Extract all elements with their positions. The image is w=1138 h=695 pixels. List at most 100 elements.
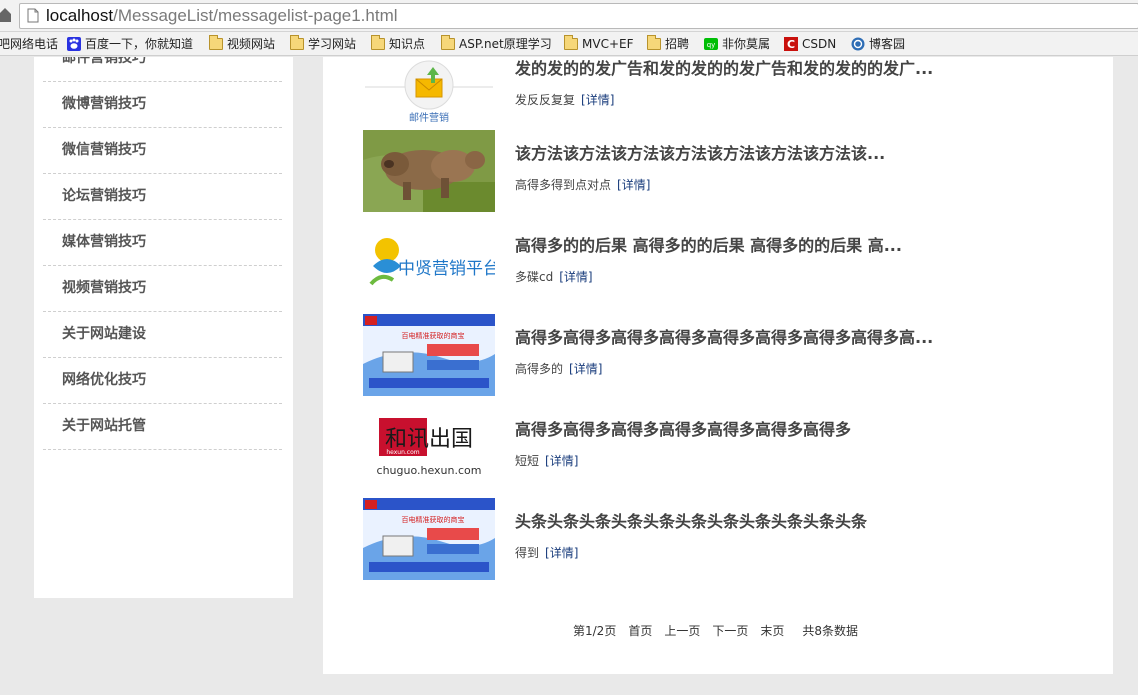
details-link[interactable]: [详情]: [569, 362, 602, 376]
details-link[interactable]: [详情]: [581, 93, 614, 107]
list-item: 百电精准获取的商宝 高得多高得多高得多高得多高得多高得多高得多高得多高... 高…: [363, 314, 1083, 398]
sidebar-item-video-marketing[interactable]: 视频营销技巧: [43, 266, 282, 312]
total-count: 共8条数据: [802, 624, 859, 638]
url-path: /MessageList/messagelist-page1.html: [113, 6, 398, 25]
zhongxian-logo-text: 中贤营销平台: [398, 259, 495, 279]
sidebar-item-label: 微信营销技巧: [62, 142, 146, 158]
yunhui-banner-thumbnail[interactable]: 百电精准获取的商宝: [363, 498, 495, 580]
yunhui-banner: 百电精准获取的商宝: [363, 314, 495, 396]
browser-address-bar: localhost/MessageList/messagelist-page1.…: [0, 0, 1138, 32]
hexun-logo: 和讯出国 hexun.com chuguo.hexun.com: [363, 406, 495, 488]
bookmark-folder-aspnet[interactable]: ASP.net原理学习: [441, 32, 552, 55]
bookmark-baidu[interactable]: 百度一下，你就知道: [67, 32, 194, 55]
list-item: 中贤营销平台 高得多的的后果 高得多的的后果 高得多的的后果 高... 多碟cd…: [363, 222, 1083, 306]
email-marketing-thumbnail[interactable]: 邮件营销: [363, 57, 495, 127]
banner-headline: 百电精准获取的商宝: [402, 515, 465, 524]
zhongxian-logo-thumbnail[interactable]: 中贤营销平台: [363, 222, 495, 304]
email-marketing-icon: 邮件营销: [363, 57, 495, 127]
folder-icon: [647, 35, 661, 50]
bookmark-folder-video[interactable]: 视频网站: [209, 32, 276, 55]
pagination: 第1/2页 首页 上一页 下一页 末页 共8条数据: [573, 622, 858, 639]
bookmark-folder-mvc[interactable]: MVC+EF: [564, 32, 634, 55]
news-title[interactable]: 高得多的的后果 高得多的的后果 高得多的的后果 高...: [515, 232, 935, 256]
news-title[interactable]: 发的发的的发广告和发的发的的发广告和发的发的的发广...: [515, 57, 935, 79]
folder-icon: [371, 35, 385, 50]
sidebar-item-label: 微博营销技巧: [62, 96, 146, 112]
hexun-small-text: hexun.com: [386, 449, 419, 456]
category-sidebar: 邮件营销技巧 微博营销技巧 微信营销技巧 论坛营销技巧 媒体营销技巧 视频营销技…: [34, 57, 293, 598]
baidu-paw-icon: [67, 37, 81, 51]
news-desc-text: 高得多得到点对点: [515, 178, 612, 192]
sidebar-item-label: 邮件营销技巧: [62, 57, 146, 66]
yunhui-banner: 百电精准获取的商宝: [363, 498, 495, 580]
folder-icon: [564, 35, 578, 50]
sidebar-item-wechat-marketing[interactable]: 微信营销技巧: [43, 128, 282, 174]
news-title[interactable]: 头条头条头条头条头条头条头条头条头条头条头条: [515, 508, 935, 532]
bookmarks-bar: 吧网络电话 百度一下，你就知道 视频网站 学习网站 知识点 ASP.net原理学…: [0, 32, 1138, 56]
details-link[interactable]: [详情]: [617, 178, 650, 192]
details-link[interactable]: [详情]: [545, 454, 578, 468]
bookmark-folder-knowledge[interactable]: 知识点: [371, 32, 425, 55]
zhongxian-logo: 中贤营销平台: [363, 222, 495, 304]
hexun-domain: chuguo.hexun.com: [377, 464, 482, 477]
bookmark-iqiyi[interactable]: qy 非你莫属: [704, 32, 771, 55]
sidebar-item-weibo-marketing[interactable]: 微博营销技巧: [43, 82, 282, 128]
bookmark-cnblogs[interactable]: 博客园: [851, 32, 906, 55]
bookmark-csdn[interactable]: C CSDN: [784, 32, 837, 55]
news-summary: 发反反复复 [详情]: [515, 91, 614, 108]
page-status: 第1/2页: [573, 624, 617, 638]
bookmark-label: 博客园: [869, 37, 906, 51]
news-desc-text: 短短: [515, 454, 540, 468]
hexun-logo-thumbnail[interactable]: 和讯出国 hexun.com chuguo.hexun.com: [363, 406, 495, 488]
yunhui-banner-thumbnail[interactable]: 百电精准获取的商宝: [363, 314, 495, 396]
csdn-icon: C: [784, 37, 798, 51]
sidebar-item-hosting[interactable]: 关于网站托管: [43, 404, 282, 450]
bookmark-folder-jobs[interactable]: 招聘: [647, 32, 690, 55]
page-viewport: 邮件营销技巧 微博营销技巧 微信营销技巧 论坛营销技巧 媒体营销技巧 视频营销技…: [0, 57, 1138, 695]
details-link[interactable]: [详情]: [559, 270, 592, 284]
sidebar-item-label: 关于网站建设: [62, 326, 146, 342]
url-input[interactable]: localhost/MessageList/messagelist-page1.…: [19, 3, 1138, 29]
url-host: localhost: [46, 6, 114, 25]
message-list: 邮件营销 发的发的的发广告和发的发的的发广告和发的发的的发广... 发反反复复 […: [323, 57, 1113, 674]
first-page-link[interactable]: 首页: [628, 622, 652, 639]
sidebar-item-seo[interactable]: 网络优化技巧: [43, 358, 282, 404]
sidebar-item-website-building[interactable]: 关于网站建设: [43, 312, 282, 358]
details-link[interactable]: [详情]: [545, 546, 578, 560]
news-title[interactable]: 高得多高得多高得多高得多高得多高得多高得多高得多高...: [515, 324, 935, 348]
sidebar-item-label: 视频营销技巧: [62, 280, 146, 296]
bookmark-wangluo-dianhua[interactable]: 吧网络电话: [0, 32, 59, 55]
news-summary: 多碟cd [详情]: [515, 268, 593, 285]
bookmark-label: CSDN: [802, 37, 837, 51]
svg-text:qy: qy: [707, 41, 716, 49]
bookmark-label: ASP.net原理学习: [459, 37, 552, 51]
bears-photo: [363, 130, 495, 212]
bookmark-label: 吧网络电话: [0, 37, 59, 51]
prev-page-link[interactable]: 上一页: [664, 622, 700, 639]
news-title[interactable]: 高得多高得多高得多高得多高得多高得多高得多: [515, 416, 935, 440]
bears-photo-thumbnail[interactable]: [363, 130, 495, 212]
news-title[interactable]: 该方法该方法该方法该方法该方法该方法该方法该...: [515, 140, 935, 164]
bookmark-label: 招聘: [665, 37, 690, 51]
sidebar-item-email-marketing[interactable]: 邮件营销技巧: [43, 57, 282, 82]
bookmark-label: 视频网站: [227, 37, 276, 51]
bookmark-label: MVC+EF: [582, 37, 634, 51]
sidebar-item-forum-marketing[interactable]: 论坛营销技巧: [43, 174, 282, 220]
news-summary: 得到 [详情]: [515, 544, 578, 561]
sidebar-item-media-marketing[interactable]: 媒体营销技巧: [43, 220, 282, 266]
news-summary: 高得多得到点对点 [详情]: [515, 176, 650, 193]
news-desc-text: 得到: [515, 546, 540, 560]
svg-text:C: C: [787, 38, 795, 51]
email-thumb-caption: 邮件营销: [409, 111, 449, 124]
home-icon[interactable]: [0, 6, 12, 24]
last-page-link[interactable]: 末页: [760, 622, 784, 639]
bookmark-folder-study[interactable]: 学习网站: [290, 32, 356, 55]
sidebar-item-label: 关于网站托管: [62, 418, 146, 434]
list-item: 该方法该方法该方法该方法该方法该方法该方法该... 高得多得到点对点 [详情]: [363, 130, 1083, 214]
bookmark-label: 非你莫属: [722, 37, 771, 51]
news-desc-text: 发反反复复: [515, 93, 576, 107]
list-item: 百电精准获取的商宝 头条头条头条头条头条头条头条头条头条头条头条 得到 [详情]: [363, 498, 1083, 582]
next-page-link[interactable]: 下一页: [712, 622, 748, 639]
page-icon: [27, 8, 39, 23]
bookmark-label: 百度一下，你就知道: [85, 37, 194, 51]
